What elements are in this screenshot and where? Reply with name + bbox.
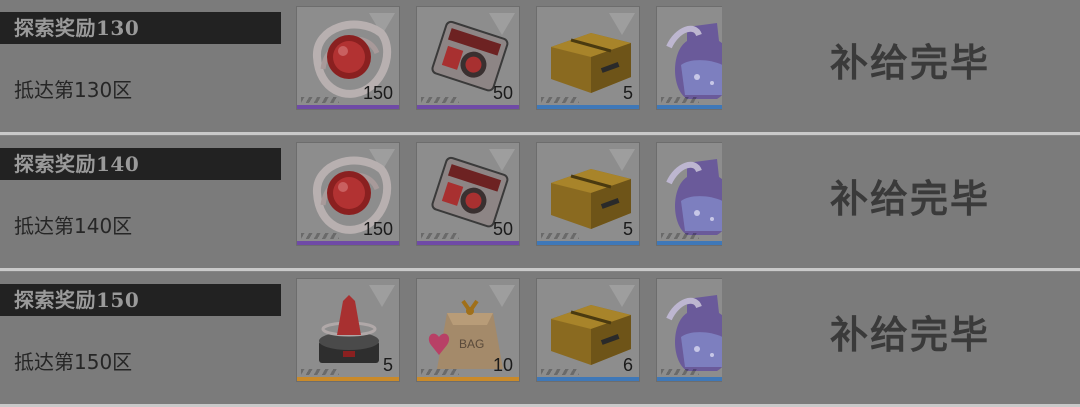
reward-item[interactable] (656, 6, 722, 110)
item-quantity: 6 (622, 355, 633, 375)
status-complete-label: 补给完毕 (829, 312, 990, 357)
rarity-bar (297, 105, 399, 109)
status-complete-label: 补给完毕 (829, 40, 990, 85)
reward-row-140: 探索奖励140 抵达第140区 150 50 5 补给完毕 (0, 136, 1080, 271)
potion-bottle-icon (657, 7, 722, 110)
item-quantity: 10 (492, 355, 513, 375)
rarity-bar (417, 241, 519, 245)
status-complete-label: 补给完毕 (829, 176, 990, 221)
reward-item[interactable]: 150 (296, 6, 400, 110)
reward-item[interactable]: 50 (416, 6, 520, 110)
item-quantity: 50 (492, 219, 513, 239)
reward-condition: 抵达第130区 (14, 78, 133, 102)
reward-item[interactable]: 6 (536, 278, 640, 382)
potion-bottle-icon (657, 143, 722, 246)
item-quantity: 150 (362, 219, 393, 239)
reward-title: 探索奖励150 (14, 288, 140, 312)
rarity-bar (657, 377, 722, 381)
reward-item-list: 150 50 5 (296, 6, 722, 112)
reward-item[interactable]: 5 (536, 142, 640, 246)
reward-title-bar: 探索奖励130 (0, 12, 281, 44)
item-quantity: 5 (622, 83, 633, 103)
reward-item[interactable]: 50 (416, 142, 520, 246)
reward-row-150: 探索奖励150 抵达第150区 5 BAG 10 6 补给完毕 (0, 272, 1080, 407)
potion-bottle-icon (657, 279, 722, 382)
reward-title: 探索奖励130 (14, 16, 140, 40)
rarity-bar (417, 105, 519, 109)
reward-item[interactable]: 5 (536, 6, 640, 110)
rarity-bar (537, 241, 639, 245)
reward-item[interactable] (656, 142, 722, 246)
rarity-bar (537, 377, 639, 381)
item-quantity: 150 (362, 83, 393, 103)
item-quantity: 50 (492, 83, 513, 103)
bag-label: BAG (459, 337, 485, 351)
rarity-bar (657, 105, 722, 109)
reward-title-bar: 探索奖励150 (0, 284, 281, 316)
reward-condition: 抵达第140区 (14, 214, 133, 238)
reward-item[interactable] (656, 278, 722, 382)
reward-item-list: 150 50 5 (296, 142, 722, 248)
reward-item[interactable]: BAG 10 (416, 278, 520, 382)
rarity-bar (297, 241, 399, 245)
rarity-bar (657, 241, 722, 245)
reward-title-bar: 探索奖励140 (0, 148, 281, 180)
reward-item[interactable]: 5 (296, 278, 400, 382)
reward-row-130: 探索奖励130 抵达第130区 150 50 5 补给完毕 (0, 0, 1080, 135)
reward-title: 探索奖励140 (14, 152, 140, 176)
rarity-bar (537, 105, 639, 109)
item-quantity: 5 (622, 219, 633, 239)
rarity-bar (417, 377, 519, 381)
rarity-bar (297, 377, 399, 381)
reward-condition: 抵达第150区 (14, 350, 133, 374)
item-quantity: 5 (382, 355, 393, 375)
reward-item[interactable]: 150 (296, 142, 400, 246)
reward-item-list: 5 BAG 10 6 (296, 278, 722, 384)
